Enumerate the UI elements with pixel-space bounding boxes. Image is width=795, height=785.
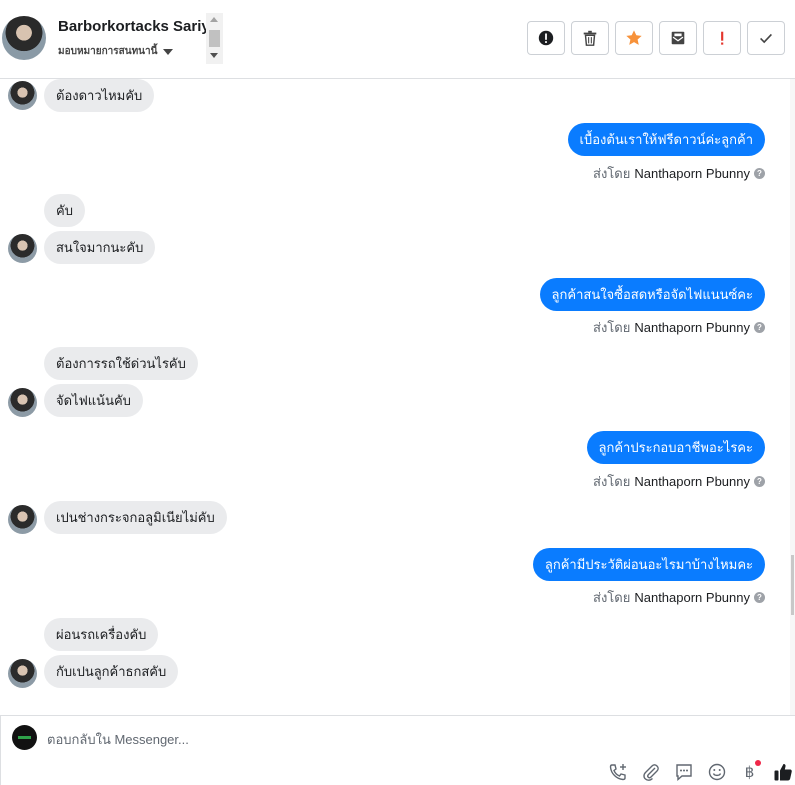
scroll-up-icon[interactable] (210, 17, 218, 22)
attach-button[interactable] (639, 760, 662, 783)
message-thread[interactable]: ต้องดาวไหมคับ เบื้องต้นเราให้ฟรีดาวน์ค่ะ… (0, 79, 795, 703)
incoming-message[interactable]: จัดไฟแน้นคับ (44, 384, 143, 417)
scroll-down-icon[interactable] (210, 53, 218, 58)
star-icon (626, 30, 642, 45)
incoming-message[interactable]: ผ่อนรถเครื่องคับ (44, 618, 159, 651)
incoming-message[interactable]: คับ (44, 194, 85, 227)
incoming-message[interactable]: ต้องการรถใช้ด่วนไรคับ (44, 347, 198, 380)
contact-name[interactable]: Barborkortacks Sariyas (58, 18, 206, 35)
assign-conversation-label: มอบหมายการสนทนานี้ (58, 46, 158, 57)
delete-button[interactable] (571, 21, 609, 55)
phone-add-icon (609, 763, 626, 780)
thumbs-up-icon (774, 763, 792, 780)
like-button[interactable] (771, 760, 794, 783)
sent-by-text: ส่งโดย (593, 320, 631, 335)
sent-by-label: ส่งโดย Nanthaporn Pbunny ? (593, 587, 765, 608)
star-button[interactable] (615, 21, 653, 55)
contact-avatar-small[interactable] (8, 81, 37, 110)
reply-composer: ฿ (0, 715, 795, 785)
contact-avatar-small[interactable] (8, 388, 37, 417)
help-icon[interactable]: ? (754, 322, 765, 333)
call-button[interactable] (606, 760, 629, 783)
report-spam-button[interactable] (527, 21, 565, 55)
sent-by-label: ส่งโดย Nanthaporn Pbunny ? (593, 163, 765, 184)
outgoing-message[interactable]: ลูกค้ามีประวัติผ่อนอะไรมาบ้างไหมคะ (532, 548, 765, 581)
mark-done-button[interactable] (747, 21, 785, 55)
conversation-header: Barborkortacks Sariyas มอบหมายการสนทนานี… (0, 0, 795, 79)
incoming-message[interactable]: เปนช่างกระจกอลูมิเนียไม่คับ (44, 501, 227, 534)
sender-name: Nanthaporn Pbunny (634, 320, 750, 335)
help-icon[interactable]: ? (754, 592, 765, 603)
sent-by-label: ส่งโดย Nanthaporn Pbunny ? (593, 471, 765, 492)
notification-dot (755, 760, 761, 766)
sender-name: Nanthaporn Pbunny (634, 590, 750, 605)
sent-by-label: ส่งโดย Nanthaporn Pbunny ? (593, 317, 765, 338)
sender-name: Nanthaporn Pbunny (634, 474, 750, 489)
page-avatar (12, 725, 37, 750)
payment-button[interactable]: ฿ (738, 760, 761, 783)
trash-icon (583, 30, 597, 46)
sent-by-text: ส่งโดย (593, 590, 631, 605)
help-icon[interactable]: ? (754, 476, 765, 487)
sent-by-text: ส่งโดย (593, 166, 631, 181)
incoming-message[interactable]: กับเปนลูกค้าธกสคับ (44, 655, 179, 688)
saved-replies-button[interactable] (672, 760, 695, 783)
header-scrollbar[interactable] (206, 13, 223, 64)
scroll-thumb[interactable] (209, 30, 220, 47)
check-icon (760, 33, 772, 44)
contact-avatar[interactable] (2, 16, 46, 60)
incoming-message[interactable]: สนใจมากนะคับ (44, 231, 156, 264)
sent-by-text: ส่งโดย (593, 474, 631, 489)
outgoing-message[interactable]: เบื้องต้นเราให้ฟรีดาวน์ค่ะลูกค้า (567, 123, 765, 156)
alert-circle-icon (538, 30, 554, 46)
follow-up-button[interactable] (703, 21, 741, 55)
outgoing-message[interactable]: ลูกค้าสนใจซื้อสดหรือจัดไฟแนนซ์คะ (539, 278, 765, 311)
baht-icon: ฿ (744, 762, 755, 781)
outgoing-message[interactable]: ลูกค้าประกอบอาชีพอะไรคะ (586, 431, 765, 464)
contact-avatar-small[interactable] (8, 234, 37, 263)
emoji-icon (708, 763, 725, 780)
emoji-button[interactable] (705, 760, 728, 783)
contact-avatar-small[interactable] (8, 659, 37, 688)
thread-scrollbar[interactable] (790, 79, 795, 715)
conversation-toolbar (527, 21, 785, 55)
mark-unread-button[interactable] (659, 21, 697, 55)
envelope-icon (671, 31, 685, 45)
scroll-thumb[interactable] (791, 555, 794, 615)
contact-avatar-small[interactable] (8, 505, 37, 534)
caret-down-icon (163, 48, 174, 55)
paperclip-icon (642, 763, 659, 781)
reply-input[interactable] (47, 728, 747, 750)
sender-name: Nanthaporn Pbunny (634, 166, 750, 181)
assign-conversation-dropdown[interactable]: มอบหมายการสนทนานี้ (58, 44, 174, 59)
saved-reply-icon (675, 763, 692, 781)
exclamation-icon (721, 31, 724, 45)
help-icon[interactable]: ? (754, 168, 765, 179)
composer-actions: ฿ (606, 760, 794, 783)
inbox-conversation: Barborkortacks Sariyas มอบหมายการสนทนานี… (0, 0, 795, 785)
incoming-message[interactable]: ต้องดาวไหมคับ (44, 79, 155, 112)
